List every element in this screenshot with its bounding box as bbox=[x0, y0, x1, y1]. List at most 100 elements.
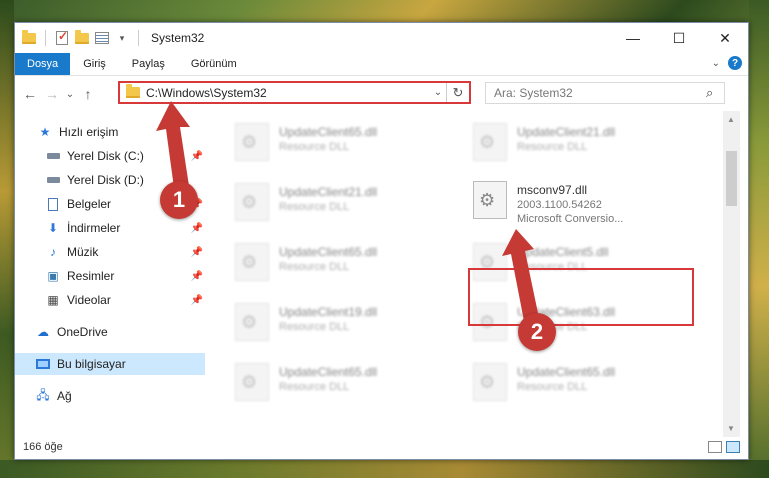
scroll-up-icon[interactable]: ▲ bbox=[727, 115, 735, 124]
file-description: Resource DLL bbox=[279, 141, 350, 153]
address-bar[interactable]: C:\Windows\System32 ⌄ ↻ bbox=[118, 81, 471, 104]
status-bar: 166 öğe bbox=[15, 435, 748, 459]
file-item[interactable]: UpdateClient21.dll Resource DLL bbox=[235, 179, 455, 229]
file-name: UpdateClient65.dll bbox=[279, 245, 378, 259]
file-item[interactable]: UpdateClient19.dll Resource DLL bbox=[235, 299, 455, 349]
pin-icon[interactable]: 📌 bbox=[191, 151, 203, 162]
back-button[interactable]: ← bbox=[19, 86, 41, 102]
search-input[interactable]: Ara: System32 bbox=[486, 86, 706, 100]
file-item[interactable]: UpdateClient65.dll Resource DLL bbox=[235, 359, 455, 409]
file-item[interactable]: UpdateClient65.dll Resource DLL bbox=[235, 239, 455, 289]
explorer-window: ▾ System32 — ☐ ✕ Dosya Giriş Paylaş Görü… bbox=[14, 22, 749, 460]
cloud-icon: ☁ bbox=[37, 325, 49, 339]
tab-home[interactable]: Giriş bbox=[70, 53, 119, 75]
vertical-scrollbar[interactable]: ▲ ▼ bbox=[723, 111, 740, 437]
address-path[interactable]: C:\Windows\System32 bbox=[146, 86, 430, 100]
dll-file-icon bbox=[235, 363, 269, 401]
pin-icon[interactable]: 📌 bbox=[191, 247, 203, 258]
minimize-button[interactable]: — bbox=[610, 23, 656, 53]
sidebar-item-label: İndirmeler bbox=[67, 221, 121, 235]
tab-view[interactable]: Görünüm bbox=[178, 53, 250, 75]
expand-ribbon-chevron-icon[interactable]: ⌄ bbox=[712, 58, 720, 69]
scrollbar-thumb[interactable] bbox=[726, 151, 737, 206]
up-button[interactable]: ↑ bbox=[77, 86, 99, 102]
sidebar-item-network[interactable]: 🖧 Ağ bbox=[15, 385, 205, 407]
sidebar-item-label: Müzik bbox=[67, 245, 99, 259]
file-version: 2003.1100.54262 bbox=[517, 199, 602, 211]
file-name: UpdateClient21.dll bbox=[517, 125, 616, 139]
forward-button[interactable]: → bbox=[41, 86, 63, 102]
file-description: Resource DLL bbox=[517, 141, 588, 153]
pin-icon[interactable]: 📌 bbox=[191, 223, 203, 234]
new-folder-icon[interactable] bbox=[74, 29, 90, 46]
video-icon: ▦ bbox=[47, 293, 59, 307]
view-switcher bbox=[708, 441, 740, 453]
sidebar-item-label: Ağ bbox=[57, 389, 72, 403]
file-description: Resource DLL bbox=[279, 261, 350, 273]
dll-file-icon bbox=[473, 363, 507, 401]
sidebar-item-music[interactable]: ♪ Müzik 📌 bbox=[15, 241, 205, 263]
customize-toolbar-chevron-icon[interactable]: ▾ bbox=[114, 30, 130, 46]
details-view-icon[interactable] bbox=[708, 441, 722, 453]
window-title: System32 bbox=[151, 31, 205, 45]
sidebar-item-label: Yerel Disk (C:) bbox=[67, 149, 144, 163]
tab-file[interactable]: Dosya bbox=[15, 53, 71, 75]
folder-icon bbox=[21, 29, 37, 46]
sidebar-item-this-pc[interactable]: Bu bilgisayar bbox=[15, 353, 205, 375]
help-icon[interactable]: ? bbox=[728, 56, 742, 70]
search-box[interactable]: Ara: System32 ⌕ bbox=[485, 82, 725, 104]
network-icon: 🖧 bbox=[36, 387, 50, 402]
sidebar-item-label: Videolar bbox=[67, 293, 111, 307]
file-name: UpdateClient19.dll bbox=[279, 305, 378, 319]
drive-icon bbox=[45, 172, 61, 188]
refresh-button[interactable]: ↻ bbox=[446, 83, 469, 102]
file-description: Resource DLL bbox=[279, 321, 350, 333]
tab-share[interactable]: Paylaş bbox=[119, 53, 178, 75]
file-item[interactable]: UpdateClient65.dll Resource DLL bbox=[235, 119, 455, 169]
sidebar-item-videos[interactable]: ▦ Videolar 📌 bbox=[15, 289, 205, 311]
title-bar: ▾ System32 — ☐ ✕ bbox=[15, 23, 748, 53]
item-count: 166 öğe bbox=[23, 441, 63, 453]
sidebar-item-onedrive[interactable]: ☁ OneDrive bbox=[15, 321, 205, 343]
sidebar-item-local-disk-c[interactable]: Yerel Disk (C:) 📌 bbox=[15, 145, 205, 167]
sidebar-item-label: Bu bilgisayar bbox=[57, 357, 126, 371]
star-icon: ★ bbox=[39, 125, 51, 139]
navigation-pane: ★ Hızlı erişim Yerel Disk (C:) 📌 Yerel D… bbox=[15, 111, 205, 437]
address-dropdown-icon[interactable]: ⌄ bbox=[430, 87, 446, 98]
step-badge-1: 1 bbox=[160, 181, 198, 219]
file-item[interactable]: UpdateClient65.dll Resource DLL bbox=[473, 359, 693, 409]
pin-icon[interactable]: 📌 bbox=[191, 295, 203, 306]
ribbon-right-controls: ⌄ ? bbox=[712, 56, 742, 70]
file-item-msconv97[interactable]: msconv97.dll 2003.1100.54262 Microsoft C… bbox=[473, 177, 693, 227]
divider bbox=[138, 30, 139, 46]
sidebar-item-label: Hızlı erişim bbox=[59, 125, 119, 139]
file-item[interactable]: UpdateClient21.dll Resource DLL bbox=[473, 119, 693, 169]
sidebar-item-pictures[interactable]: ▣ Resimler 📌 bbox=[15, 265, 205, 287]
scroll-down-icon[interactable]: ▼ bbox=[727, 424, 735, 433]
search-icon[interactable]: ⌕ bbox=[706, 85, 724, 101]
sidebar-item-downloads[interactable]: ⬇ İndirmeler 📌 bbox=[15, 217, 205, 239]
large-icons-view-icon[interactable] bbox=[726, 441, 740, 453]
sidebar-item-quick-access[interactable]: ★ Hızlı erişim bbox=[15, 121, 205, 143]
dll-file-icon bbox=[235, 243, 269, 281]
pictures-icon: ▣ bbox=[47, 269, 59, 283]
file-description: Microsoft Conversio... bbox=[517, 213, 624, 225]
window-controls: — ☐ ✕ bbox=[610, 23, 748, 53]
maximize-button[interactable]: ☐ bbox=[656, 23, 702, 53]
download-icon: ⬇ bbox=[47, 221, 59, 235]
view-properties-icon[interactable] bbox=[94, 30, 110, 46]
music-icon: ♪ bbox=[50, 245, 56, 259]
desktop-background-left bbox=[0, 0, 14, 478]
divider bbox=[45, 30, 46, 46]
file-name: UpdateClient21.dll bbox=[279, 185, 378, 199]
close-button[interactable]: ✕ bbox=[702, 23, 748, 53]
sidebar-item-label: Yerel Disk (D:) bbox=[67, 173, 144, 187]
properties-check-icon[interactable] bbox=[54, 29, 70, 46]
dll-file-icon bbox=[235, 183, 269, 221]
drive-icon bbox=[45, 148, 61, 164]
recent-locations-button[interactable]: ⌄ bbox=[63, 89, 77, 100]
sidebar-item-label: OneDrive bbox=[57, 325, 108, 339]
pin-icon[interactable]: 📌 bbox=[191, 271, 203, 282]
quick-access-toolbar: ▾ System32 bbox=[21, 29, 205, 46]
file-description: Resource DLL bbox=[517, 381, 588, 393]
